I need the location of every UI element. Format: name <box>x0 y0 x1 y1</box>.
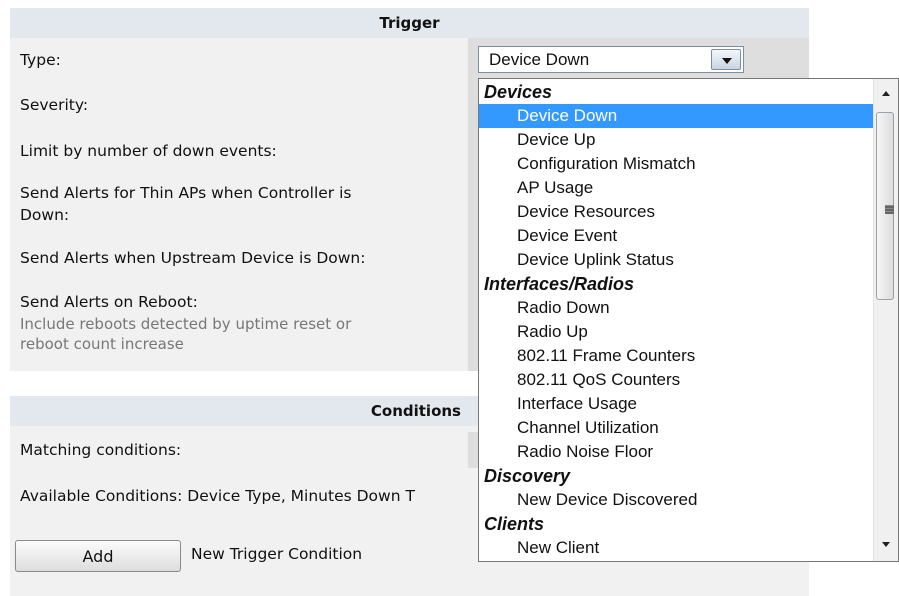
type-dropdown-list[interactable]: Devices Device Down Device Up Configurat… <box>478 78 899 562</box>
add-condition-button[interactable]: Add <box>15 540 181 572</box>
dropdown-option[interactable]: Device Uplink Status <box>479 248 873 272</box>
type-select-value: Device Down <box>489 50 590 69</box>
dropdown-option[interactable]: Radio Noise Floor <box>479 440 873 464</box>
type-dropdown-options: Devices Device Down Device Up Configurat… <box>479 80 873 560</box>
upstream-label: Send Alerts when Upstream Device is Down… <box>20 249 366 267</box>
dropdown-option[interactable]: Radio Down <box>479 296 873 320</box>
scrollbar-thumb[interactable]: ▬ ▬ ▬ <box>876 112 894 300</box>
option-group-label: Discovery <box>484 466 571 486</box>
dropdown-option[interactable]: Radio Up <box>479 320 873 344</box>
dropdown-option[interactable]: AP Usage <box>479 176 873 200</box>
reboot-sublabel-line2: reboot count increase <box>20 335 184 353</box>
thin-aps-label-line2: Down: <box>20 206 70 224</box>
scroll-down-arrow-icon[interactable] <box>882 542 890 547</box>
limit-down-events-label: Limit by number of down events: <box>20 142 277 160</box>
matching-conditions-label: Matching conditions: <box>20 441 182 459</box>
dropdown-option[interactable]: 802.11 QoS Counters <box>479 368 873 392</box>
thin-aps-label-line1: Send Alerts for Thin APs when Controller… <box>20 184 352 202</box>
grip-icon: ▬ ▬ ▬ <box>885 200 894 216</box>
dropdown-option[interactable]: Device Event <box>479 224 873 248</box>
reboot-label: Send Alerts on Reboot: <box>20 293 198 311</box>
option-group-label: Devices <box>484 82 553 102</box>
type-select[interactable]: Device Down <box>478 46 744 73</box>
dropdown-option[interactable]: Configuration Mismatch <box>479 152 873 176</box>
scroll-up-arrow-icon[interactable] <box>882 91 890 96</box>
dropdown-option[interactable]: New Device Discovered <box>479 488 873 512</box>
dropdown-option[interactable]: Channel Utilization <box>479 416 873 440</box>
reboot-sublabel-line1: Include reboots detected by uptime reset… <box>20 315 352 333</box>
trigger-header: Trigger <box>10 8 809 38</box>
dropdown-option[interactable]: 802.11 Frame Counters <box>479 344 873 368</box>
dropdown-option[interactable]: Device Down <box>479 104 873 128</box>
dropdown-option[interactable]: New Client <box>479 536 873 560</box>
dropdown-scrollbar[interactable]: ▬ ▬ ▬ <box>873 79 898 561</box>
option-group-label: Clients <box>484 514 545 534</box>
available-conditions-label: Available Conditions: Device Type, Minut… <box>20 487 415 505</box>
type-label: Type: <box>20 51 61 69</box>
dropdown-option[interactable]: Device Resources <box>479 200 873 224</box>
chevron-down-icon[interactable] <box>711 49 741 70</box>
dropdown-option[interactable]: Device Up <box>479 128 873 152</box>
dropdown-option[interactable]: Interface Usage <box>479 392 873 416</box>
severity-label: Severity: <box>20 96 89 114</box>
new-trigger-condition-label: New Trigger Condition <box>191 545 363 563</box>
option-group-label: Interfaces/Radios <box>484 274 635 294</box>
